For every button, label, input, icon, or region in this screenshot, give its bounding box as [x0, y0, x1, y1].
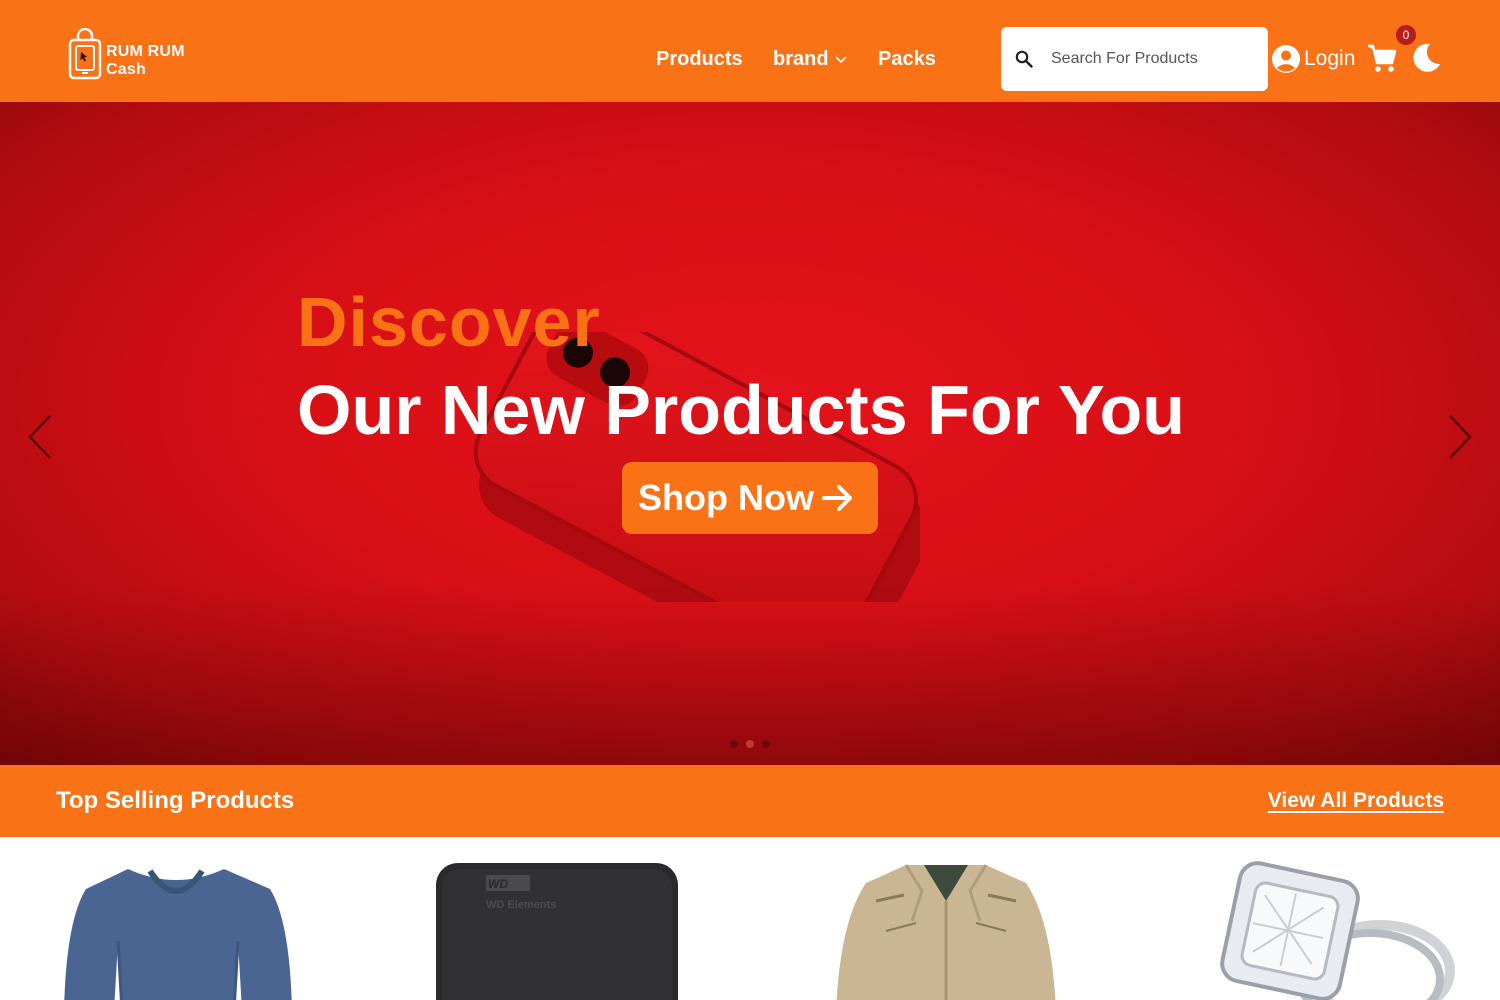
search-box: [1001, 27, 1268, 91]
moon-icon[interactable]: [1410, 42, 1442, 74]
login-label: Login: [1304, 47, 1356, 70]
carousel-dot-2[interactable]: [746, 740, 754, 748]
search-input[interactable]: [1051, 45, 1256, 73]
carousel-next-button[interactable]: [1446, 414, 1474, 460]
product-card-hard-drive[interactable]: WD WD Elements: [432, 861, 682, 1000]
nav-packs-label: Packs: [878, 48, 936, 70]
top-selling-title: Top Selling Products: [56, 787, 295, 814]
hero-kicker: Discover: [297, 283, 601, 361]
view-all-products-link[interactable]: View All Products: [1268, 788, 1444, 814]
product-card-ring[interactable]: [1200, 861, 1460, 1000]
carousel-prev-button[interactable]: [26, 414, 54, 460]
product-grid: WD WD Elements: [0, 837, 1500, 1000]
shop-now-button[interactable]: Shop Now: [622, 462, 878, 534]
nav-brand-dropdown[interactable]: brand: [773, 46, 847, 72]
shop-now-label: Shop Now: [638, 477, 814, 518]
product-card-shirt[interactable]: [58, 861, 298, 1000]
logo-text: RUM RUM Cash: [106, 43, 185, 79]
user-circle-icon: [1272, 45, 1300, 73]
cart-icon[interactable]: [1366, 42, 1398, 74]
carousel-dot-3[interactable]: [762, 740, 770, 748]
product-card-jacket[interactable]: [826, 861, 1066, 1000]
top-selling-header: Top Selling Products View All Products: [0, 765, 1500, 837]
logo-line-2: Cash: [106, 61, 146, 78]
chevron-down-icon: [835, 56, 847, 64]
hero-carousel: Discover Our New Products For You Shop N…: [0, 102, 1500, 765]
search-icon[interactable]: [1015, 50, 1033, 68]
hero-title: Our New Products For You: [297, 371, 1186, 449]
nav-brand-label: brand: [773, 48, 829, 70]
arrow-right-icon: [822, 485, 852, 511]
site-header: RUM RUM Cash Products brand Packs Search…: [0, 0, 1500, 102]
nav-products-label: Products: [656, 48, 743, 70]
svg-text:WD Elements: WD Elements: [486, 899, 556, 911]
carousel-dot-1[interactable]: [730, 740, 738, 748]
nav-packs[interactable]: Packs: [878, 46, 936, 72]
shopping-bag-icon: [68, 28, 102, 80]
hero-bottom-shade: [0, 585, 1500, 765]
logo-line-1: RUM RUM: [106, 43, 185, 60]
svg-text:WD: WD: [488, 877, 508, 891]
logo[interactable]: RUM RUM Cash: [68, 28, 198, 82]
nav-products[interactable]: Products: [656, 46, 743, 72]
